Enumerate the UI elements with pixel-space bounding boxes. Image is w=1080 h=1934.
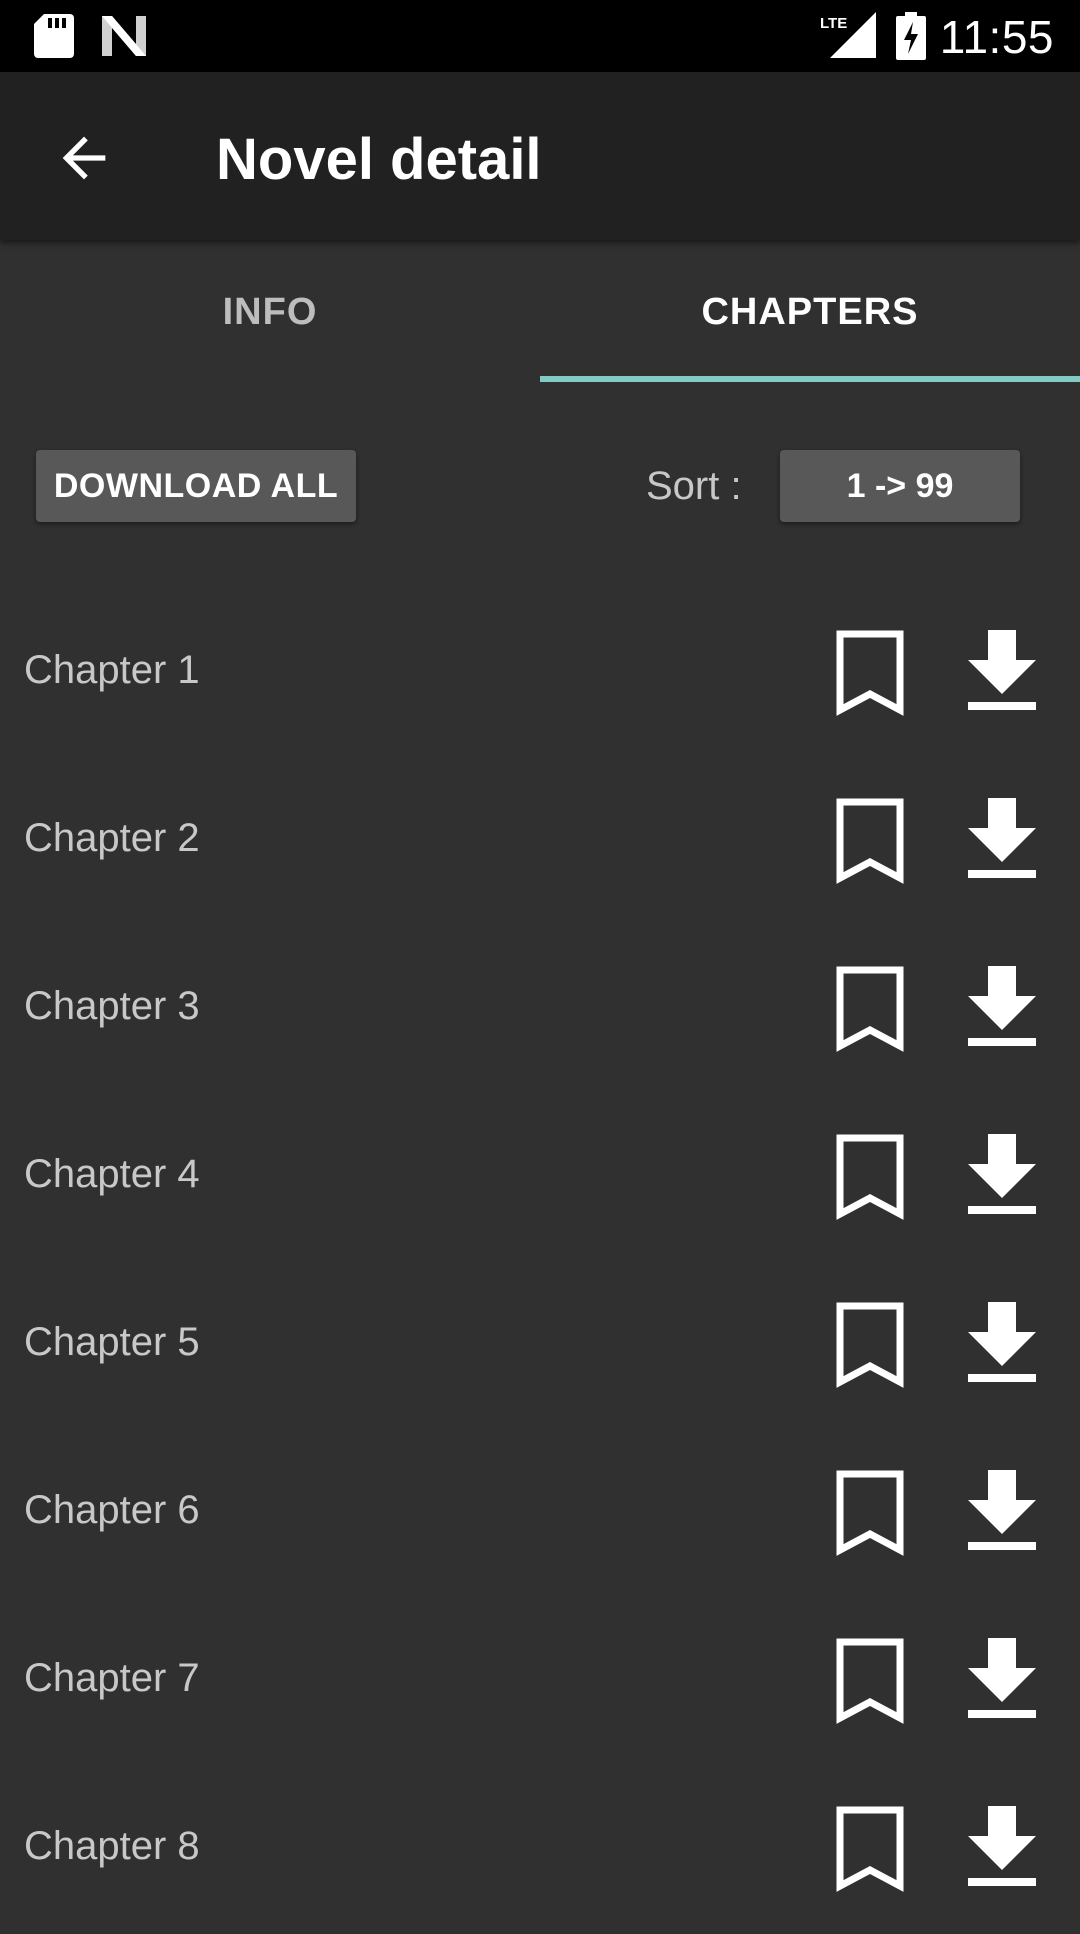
bookmark-icon[interactable] <box>836 798 904 884</box>
tab-chapters[interactable]: CHAPTERS <box>540 240 1080 384</box>
tab-indicator <box>540 376 1080 382</box>
download-icon[interactable] <box>966 1638 1038 1722</box>
chapter-title[interactable]: Chapter 8 <box>24 1824 200 1869</box>
battery-charging-icon <box>896 12 926 60</box>
download-icon[interactable] <box>966 1806 1038 1890</box>
tab-info[interactable]: INFO <box>0 240 540 384</box>
chapter-title[interactable]: Chapter 7 <box>24 1656 200 1701</box>
sd-card-icon <box>34 14 74 58</box>
bookmark-icon[interactable] <box>836 966 904 1052</box>
chapter-title[interactable]: Chapter 2 <box>24 816 200 861</box>
bookmark-icon[interactable] <box>836 1302 904 1388</box>
tab-bar: INFO CHAPTERS <box>0 240 1080 384</box>
bookmark-icon[interactable] <box>836 1134 904 1220</box>
bookmark-icon[interactable] <box>836 630 904 716</box>
list-item[interactable]: Chapter 5 <box>0 1262 1080 1430</box>
download-icon[interactable] <box>966 798 1038 882</box>
page-title: Novel detail <box>216 127 542 192</box>
chapter-title[interactable]: Chapter 5 <box>24 1320 200 1365</box>
chapter-title[interactable]: Chapter 4 <box>24 1152 200 1197</box>
download-all-button[interactable]: DOWNLOAD ALL <box>36 450 356 522</box>
lte-signal-icon: LTE <box>820 12 876 58</box>
download-icon[interactable] <box>966 966 1038 1050</box>
list-item[interactable]: Chapter 8 <box>0 1766 1080 1934</box>
list-item[interactable]: Chapter 6 <box>0 1430 1080 1598</box>
n-logo-icon <box>102 16 146 56</box>
chapter-title[interactable]: Chapter 6 <box>24 1488 200 1533</box>
chapter-list: Chapter 1 Chapter 2 Chapter 3 Chapter 4 … <box>0 590 1080 1934</box>
list-item[interactable]: Chapter 2 <box>0 758 1080 926</box>
arrow-left-icon[interactable] <box>52 126 116 190</box>
list-item[interactable]: Chapter 4 <box>0 1094 1080 1262</box>
download-icon[interactable] <box>966 1134 1038 1218</box>
chapter-title[interactable]: Chapter 1 <box>24 648 200 693</box>
bookmark-icon[interactable] <box>836 1470 904 1556</box>
list-item[interactable]: Chapter 1 <box>0 590 1080 758</box>
sort-label: Sort : <box>646 464 742 508</box>
lte-label: LTE <box>820 15 847 32</box>
app-bar: Novel detail <box>0 72 1080 240</box>
status-bar: LTE 11:55 <box>0 0 1080 72</box>
list-item[interactable]: Chapter 7 <box>0 1598 1080 1766</box>
clock: 11:55 <box>939 11 1054 63</box>
download-icon[interactable] <box>966 630 1038 714</box>
list-item[interactable]: Chapter 3 <box>0 926 1080 1094</box>
sort-button[interactable]: 1 -> 99 <box>780 450 1020 522</box>
bookmark-icon[interactable] <box>836 1638 904 1724</box>
download-icon[interactable] <box>966 1302 1038 1386</box>
bookmark-icon[interactable] <box>836 1806 904 1892</box>
chapter-title[interactable]: Chapter 3 <box>24 984 200 1029</box>
download-icon[interactable] <box>966 1470 1038 1554</box>
